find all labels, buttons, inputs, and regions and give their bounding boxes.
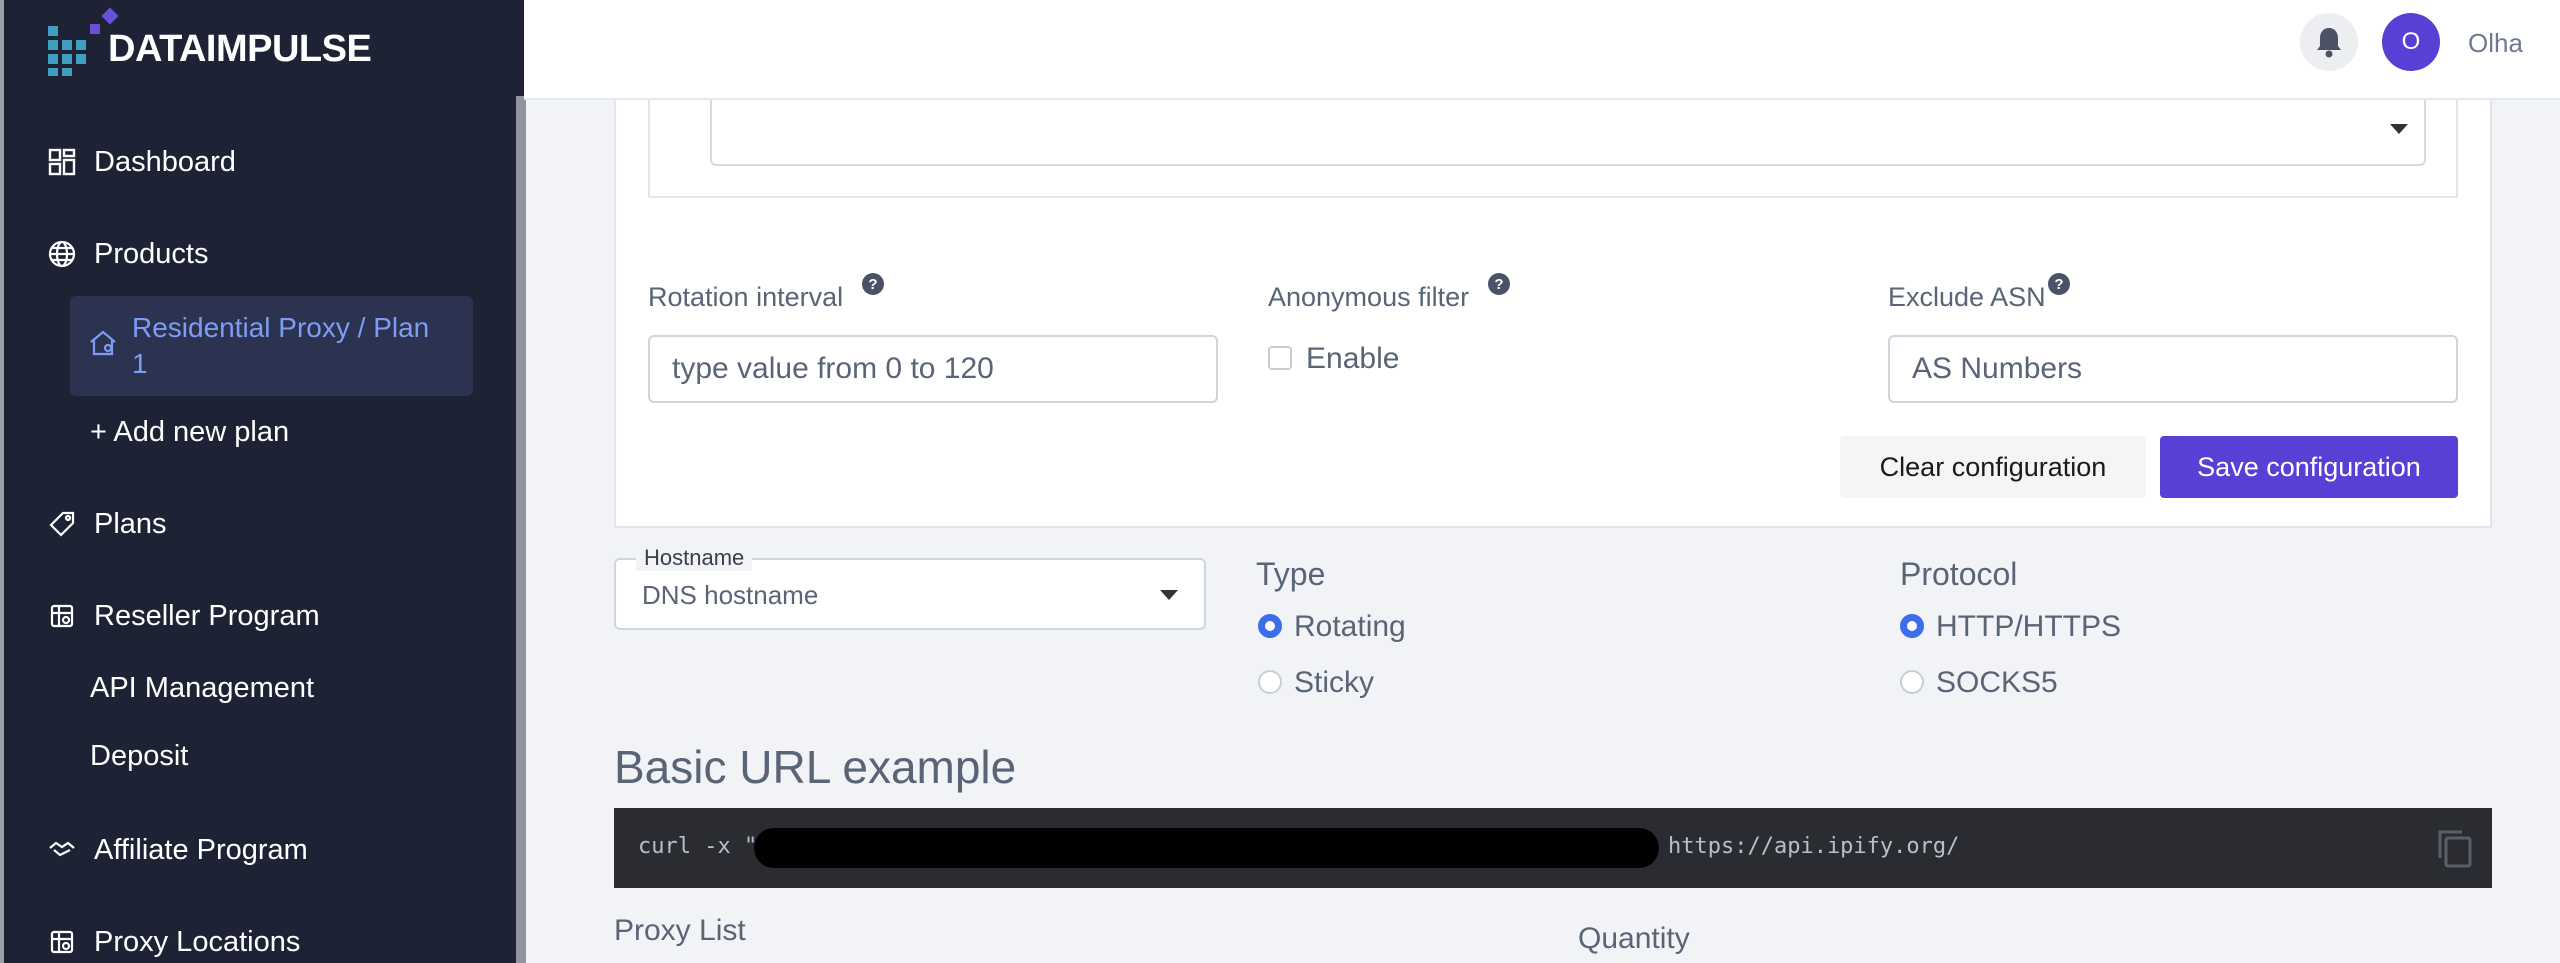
logo-icon (48, 7, 119, 76)
sidebar-item-residential-proxy-plan[interactable]: Residential Proxy / Plan 1 (70, 296, 473, 396)
sidebar-item-label: Affiliate Program (94, 833, 308, 866)
sidebar-item-deposit[interactable]: Deposit (90, 740, 188, 773)
protocol-socks5-label[interactable]: SOCKS5 (1936, 666, 2058, 700)
reseller-icon (44, 598, 80, 634)
sidebar-scrollbar[interactable] (516, 96, 526, 963)
sidebar-item-api-management[interactable]: API Management (90, 672, 314, 705)
type-rotating-radio[interactable] (1258, 614, 1282, 638)
sidebar-item-label: Reseller Program (94, 599, 320, 632)
proxy-list-label: Proxy List (614, 914, 746, 947)
anonymous-filter-label: Anonymous filter (1268, 282, 1470, 312)
exclude-asn-input[interactable] (1888, 335, 2458, 403)
sidebar-item-label: Dashboard (94, 145, 236, 178)
grid-icon (44, 144, 80, 180)
handshake-icon (44, 832, 80, 868)
sidebar: DATAIMPULSE Dashboard Products Residenti… (0, 0, 526, 963)
sidebar-item-proxy-locations[interactable]: Proxy Locations (44, 924, 300, 960)
location-grid-icon (44, 924, 80, 960)
type-sticky-radio[interactable] (1258, 670, 1282, 694)
sidebar-item-affiliate-program[interactable]: Affiliate Program (44, 832, 308, 868)
chevron-down-icon (1160, 590, 1178, 600)
username[interactable]: Olha (2468, 28, 2523, 59)
quantity-label: Quantity (1578, 922, 1690, 955)
protocol-http-radio[interactable] (1900, 614, 1924, 638)
anonymous-filter-help-icon[interactable]: ? (1488, 273, 1510, 295)
hostname-value: DNS hostname (642, 580, 819, 610)
add-new-plan-link[interactable]: + Add new plan (90, 416, 289, 449)
type-rotating-label[interactable]: Rotating (1294, 610, 1406, 644)
tag-icon (44, 506, 80, 542)
anonymous-filter-checkbox-label[interactable]: Enable (1306, 342, 1399, 376)
logo-text: DATAIMPULSE (108, 27, 372, 70)
anonymous-filter-checkbox[interactable] (1268, 346, 1292, 370)
protocol-http-label[interactable]: HTTP/HTTPS (1936, 610, 2121, 644)
sidebar-item-label: Products (94, 237, 209, 270)
rotation-interval-label: Rotation interval (648, 282, 844, 312)
sidebar-item-reseller-program[interactable]: Reseller Program (44, 598, 320, 634)
sidebar-item-label: Proxy Locations (94, 925, 301, 958)
chevron-down-icon (2390, 124, 2408, 134)
exclude-asn-label: Exclude ASN (1888, 282, 2046, 312)
exclude-asn-help-icon[interactable]: ? (2048, 273, 2070, 295)
basic-url-example-title: Basic URL example (614, 741, 1017, 793)
avatar[interactable]: O (2382, 13, 2440, 71)
logo[interactable]: DATAIMPULSE (48, 7, 372, 76)
protocol-socks5-radio[interactable] (1900, 670, 1924, 694)
globe-icon (44, 236, 80, 272)
sidebar-item-label: Plans (94, 507, 167, 540)
sidebar-item-dashboard[interactable]: Dashboard (44, 144, 236, 180)
home-icon (88, 328, 122, 362)
rotation-interval-input[interactable] (648, 335, 1218, 403)
type-title: Type (1256, 556, 1326, 592)
type-sticky-label[interactable]: Sticky (1294, 666, 1374, 700)
copy-icon[interactable] (2434, 826, 2474, 870)
location-select[interactable] (710, 100, 2426, 166)
bell-icon (2317, 28, 2341, 58)
sidebar-item-products[interactable]: Products (44, 236, 208, 272)
code-suffix: https://api.ipify.org/ (1668, 834, 1960, 859)
protocol-title: Protocol (1900, 556, 2018, 592)
code-block: curl -x " https://api.ipify.org/ (614, 808, 2492, 888)
code-prefix: curl -x " (638, 834, 758, 859)
sidebar-item-plans[interactable]: Plans (44, 506, 167, 542)
save-configuration-button[interactable]: Save configuration (2160, 436, 2458, 498)
sidebar-item-label: Residential Proxy / Plan 1 (132, 312, 430, 379)
rotation-help-icon[interactable]: ? (862, 273, 884, 295)
redacted-credentials (754, 828, 1659, 868)
top-header (524, 0, 2560, 100)
clear-configuration-button[interactable]: Clear configuration (1840, 436, 2146, 498)
hostname-label: Hostname (636, 545, 753, 571)
notifications-button[interactable] (2300, 13, 2358, 71)
